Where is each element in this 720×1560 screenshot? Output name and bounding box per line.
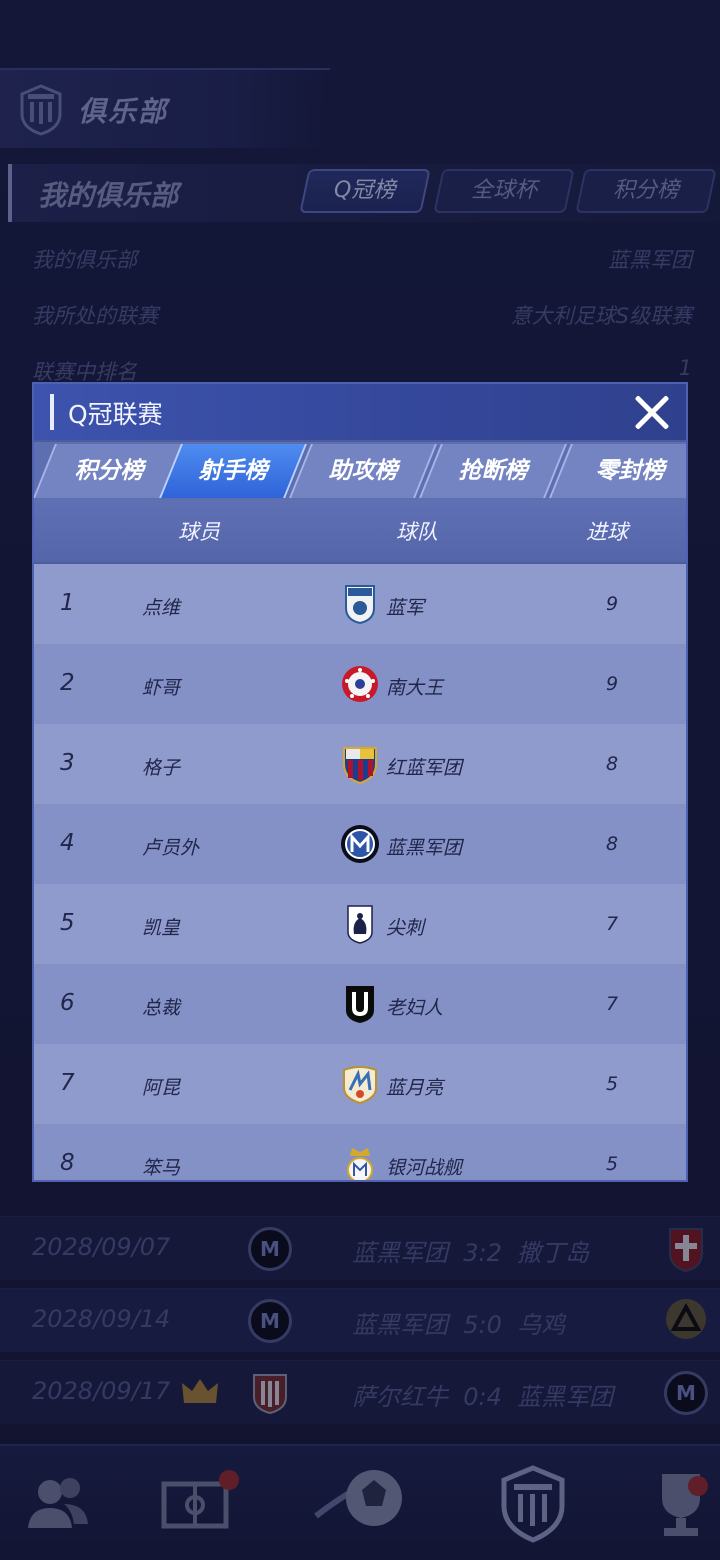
column-player: 球员	[178, 520, 220, 544]
league-modal: Q冠联赛 积分榜 射手榜 助攻榜 抢断榜 零封榜 球员 球队 进球 1 点维 蓝…	[32, 382, 688, 1182]
tab-tackles[interactable]: 抢断榜	[419, 444, 567, 498]
modal-title: Q冠联赛	[68, 400, 163, 429]
tab-standings[interactable]: 积分榜	[34, 444, 185, 498]
inter-m-crest-icon	[341, 825, 379, 863]
table-header: 球员 球队 进球	[34, 500, 686, 562]
table-row[interactable]: 2 虾哥 南大王 9	[34, 644, 686, 724]
modal-header: Q冠联赛	[34, 384, 686, 440]
table-row[interactable]: 8 笨马 银河战舰 5	[34, 1124, 686, 1180]
table-row[interactable]: 4 卢员外 蓝黑军团 8	[34, 804, 686, 884]
table-row[interactable]: 7 阿昆 蓝月亮 5	[34, 1044, 686, 1124]
j-shield-crest-icon	[346, 986, 374, 1023]
table-row[interactable]: 5 凯皇 尖刺 7	[34, 884, 686, 964]
crown-crest-icon	[347, 1148, 373, 1180]
table-row[interactable]: 6 总裁 老妇人 7	[34, 964, 686, 1044]
striped-shield-crest-icon	[343, 747, 377, 784]
qex-crest-icon	[345, 585, 375, 624]
rooster-crest-icon	[347, 905, 373, 944]
sun-shield-crest-icon	[343, 1066, 377, 1104]
tab-top-scorers[interactable]: 射手榜	[159, 444, 307, 498]
tab-clean-sheets[interactable]: 零封榜	[549, 444, 686, 498]
column-team: 球队	[396, 520, 438, 544]
title-accent-bar	[50, 394, 54, 430]
leaderboard-tabs: 积分榜 射手榜 助攻榜 抢断榜 零封榜	[34, 442, 686, 500]
table-row[interactable]: 1 点维 蓝军 9	[34, 564, 686, 644]
close-icon[interactable]	[632, 392, 672, 432]
table-row[interactable]: 3 格子 红蓝军团 8	[34, 724, 686, 804]
tab-assists[interactable]: 助攻榜	[289, 444, 437, 498]
star-ball-crest-icon	[342, 666, 378, 702]
column-goals: 进球	[586, 520, 628, 544]
